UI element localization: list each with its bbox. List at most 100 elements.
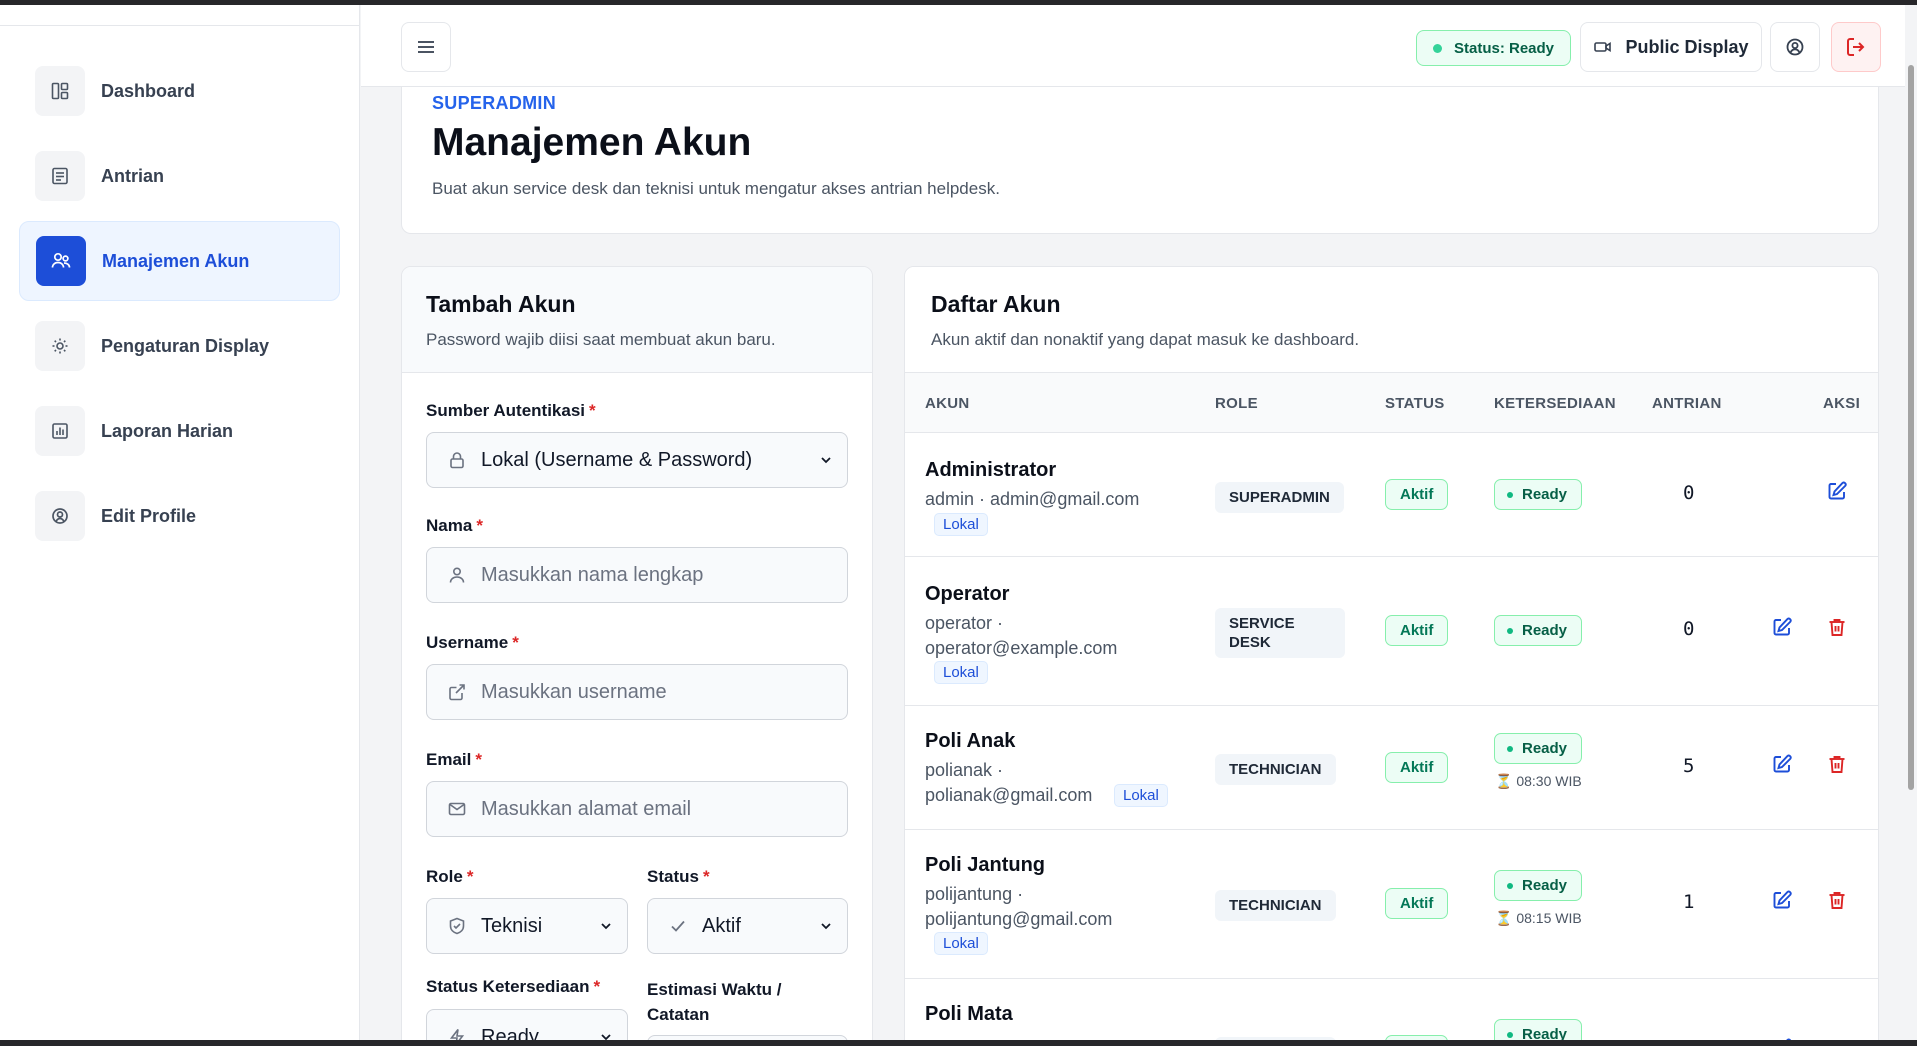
video-icon [1594, 42, 1612, 52]
username-label: Username * [426, 633, 519, 653]
table-row: Operator operator · operator@example.com… [905, 557, 1878, 706]
table-header: AKUN ROLE STATUS KETERSEDIAAN ANTRIAN AK… [905, 373, 1878, 433]
status-label: Status * [647, 867, 710, 887]
sidebar-item-label: Antrian [101, 165, 164, 186]
delete-button[interactable] [1823, 886, 1851, 914]
name-input[interactable]: Masukkan nama lengkap [426, 547, 848, 603]
table-row: Administrator admin · admin@gmail.com Lo… [905, 433, 1878, 557]
required-mark: * [702, 867, 710, 886]
users-icon [36, 236, 86, 286]
role-label: Role * [426, 867, 473, 887]
dashboard-icon [35, 66, 85, 116]
sidebar-item-pengaturan-display[interactable]: Pengaturan Display [19, 306, 340, 386]
availability-badge: Ready [1494, 870, 1583, 901]
availability-badge: Ready [1494, 615, 1583, 646]
edit-button[interactable] [1768, 886, 1796, 914]
edit-button[interactable] [1768, 613, 1796, 641]
page-title: Manajemen Akun [432, 121, 752, 164]
account-detail: admin · admin@gmail.com [925, 489, 1140, 509]
status-select[interactable]: Aktif [647, 898, 848, 954]
add-account-form: Tambah Akun Password wajib diisi saat me… [401, 266, 873, 1046]
queue-count: 1 [1683, 891, 1695, 913]
mail-icon [448, 802, 466, 816]
logout-button[interactable] [1831, 22, 1881, 72]
sidebar-item-antrian[interactable]: Antrian [19, 136, 340, 216]
sidebar-item-laporan-harian[interactable]: Laporan Harian [19, 391, 340, 471]
status-label: Status: Ready [1454, 39, 1555, 57]
sidebar: Dashboard Antrian Manajemen Akun Pengatu… [0, 5, 360, 1040]
sidebar-item-label: Edit Profile [101, 505, 197, 526]
table-row: Poli Jantung polijantung · polijantung@g… [905, 830, 1878, 979]
status-badge: Aktif [1385, 615, 1449, 646]
edit-icon [1773, 890, 1792, 909]
sidebar-item-label: Dashboard [101, 80, 196, 101]
availability-label-text: Status Ketersediaan [426, 977, 590, 996]
account-email: polijantung@gmail.com [925, 909, 1113, 929]
menu-toggle-button[interactable] [401, 22, 451, 72]
profile-button[interactable] [1770, 22, 1820, 72]
delete-button[interactable] [1823, 750, 1851, 778]
ready-dot-icon [1507, 882, 1513, 889]
check-icon [671, 920, 685, 932]
profile-icon [35, 491, 85, 541]
availability-text: Ready [1522, 486, 1568, 503]
email-input[interactable]: Masukkan alamat email [426, 781, 848, 837]
username-input[interactable]: Masukkan username [426, 664, 848, 720]
required-mark: * [589, 401, 596, 420]
account-detail: operator · [925, 613, 1004, 633]
sidebar-item-manajemen-akun[interactable]: Manajemen Akun [19, 221, 340, 301]
table-row: Poli Mata TECHNICIAN Aktif Ready 3 [905, 979, 1878, 1045]
sun-icon [35, 321, 85, 371]
edit-icon [1828, 481, 1847, 500]
account-name: Administrator [925, 459, 1057, 481]
sidebar-divider [0, 25, 360, 26]
public-display-button[interactable]: Public Display [1580, 22, 1762, 72]
sidebar-item-label: Pengaturan Display [101, 335, 270, 356]
chevron-down-icon [821, 457, 831, 464]
form-subtitle: Password wajib diisi saat membuat akun b… [426, 330, 776, 349]
auth-tag: Lokal [934, 932, 988, 955]
scrollbar-thumb[interactable] [1908, 65, 1914, 790]
form-title: Tambah Akun [426, 291, 576, 317]
profile-icon [1786, 38, 1804, 56]
edit-button[interactable] [1823, 477, 1851, 505]
trash-icon [1829, 619, 1845, 636]
top-header: Status: Ready Public Display [361, 5, 1905, 87]
account-email: operator@example.com [925, 638, 1118, 658]
required-mark: * [466, 867, 474, 886]
edit-button[interactable] [1768, 750, 1796, 778]
account-name: Poli Jantung [925, 854, 1045, 876]
account-email: polianak@gmail.com [925, 785, 1093, 805]
column-header-status: STATUS [1385, 395, 1445, 412]
column-header-role: ROLE [1215, 395, 1258, 412]
status-badge: Aktif [1385, 752, 1449, 783]
page-eyebrow: SUPERADMIN [432, 93, 557, 113]
shield-icon [449, 917, 465, 935]
window-bottom-edge [0, 1040, 1917, 1046]
column-header-aksi: AKSI [1823, 395, 1861, 412]
role-value: Teknisi [481, 914, 543, 937]
auth-source-select[interactable]: Lokal (Username & Password) [426, 432, 848, 488]
availability-badge: Ready [1494, 479, 1583, 510]
auth-tag: Lokal [1114, 784, 1168, 807]
sidebar-item-dashboard[interactable]: Dashboard [19, 51, 340, 131]
lock-icon [450, 452, 464, 469]
name-label-text: Nama [426, 516, 473, 535]
delete-button[interactable] [1823, 613, 1851, 641]
column-header-antrian: ANTRIAN [1652, 395, 1722, 412]
username-label-text: Username [426, 633, 509, 652]
eta-text: ⏳ 08:30 WIB [1495, 773, 1582, 789]
role-text-line1: SERVICE [1229, 615, 1295, 632]
availability-text: Ready [1522, 740, 1568, 757]
chevron-down-icon [821, 923, 831, 930]
account-list: Daftar Akun Akun aktif dan nonaktif yang… [904, 266, 1879, 1046]
required-mark: * [512, 633, 519, 652]
role-label-text: Role [426, 867, 463, 886]
page-header-card: SUPERADMIN Manajemen Akun Buat akun serv… [401, 87, 1879, 234]
status-dot-icon [1433, 43, 1442, 53]
username-placeholder: Masukkan username [481, 680, 667, 703]
required-mark: * [593, 977, 601, 996]
sidebar-item-edit-profile[interactable]: Edit Profile [19, 476, 340, 556]
role-text-line2: DESK [1229, 634, 1271, 651]
role-select[interactable]: Teknisi [426, 898, 628, 954]
